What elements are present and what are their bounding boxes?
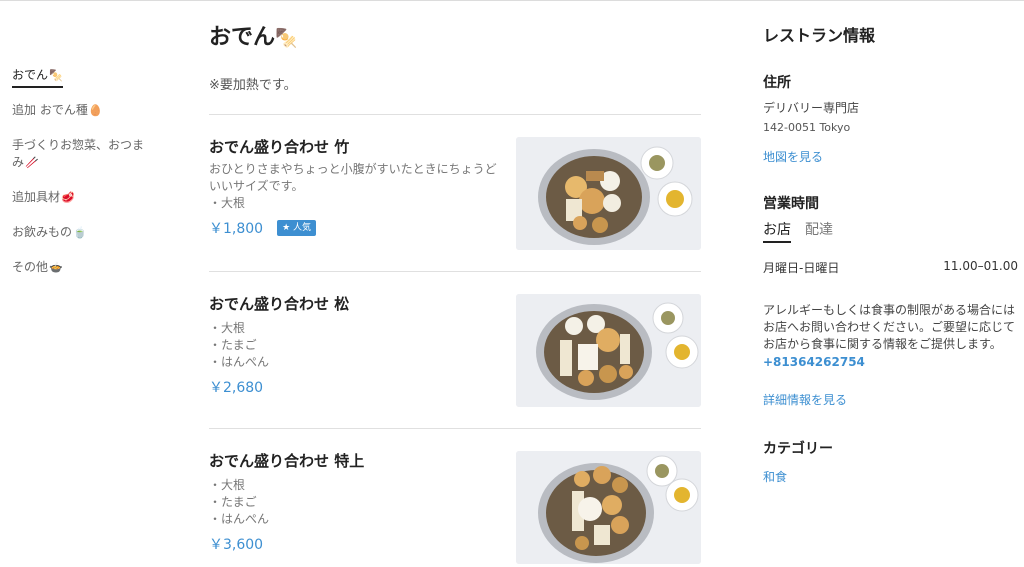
menu-item-content: ・大根 [209, 478, 246, 492]
menu-item-photo[interactable] [516, 137, 701, 250]
hours-days: 月曜日-日曜日 [763, 261, 840, 275]
category-heading: カテゴリー [763, 441, 833, 457]
pot-icon: 🍲 [49, 261, 63, 274]
oden-platter-image [516, 137, 701, 250]
section-title: おでん🍢 [209, 18, 701, 58]
category-link[interactable]: 和食 [763, 468, 1018, 485]
allergy-text: アレルギーもしくは食事の制限がある場合にはお店へお問い合わせください。ご要望に応… [763, 303, 1016, 351]
address-name: デリバリー専門店 [763, 101, 860, 115]
address-heading: 住所 [763, 75, 791, 91]
chopsticks-icon: 🥢 [25, 156, 39, 169]
tab-delivery[interactable]: 配達 [805, 219, 833, 243]
nav-item-drinks[interactable]: お飲みもの🍵 [12, 224, 152, 241]
menu-item-photo[interactable] [516, 294, 701, 407]
nav-item-extra-oden[interactable]: 追加 おでん種🥚 [12, 102, 152, 119]
menu-item-content: ・たまご [209, 495, 257, 509]
menu-item-content: ・大根 [209, 196, 246, 210]
tea-icon: 🍵 [73, 226, 87, 239]
oden-platter-image [516, 294, 701, 407]
oden-icon: 🍢 [49, 69, 63, 82]
menu-section: おでん🍢 ※要加熱です。 おでん盛り合わせ 竹 おひとりさまやちょっと小腹がすい… [209, 18, 701, 567]
info-title: レストラン情報 [763, 26, 876, 45]
nav-item-label: その他 [12, 260, 49, 274]
address-block: 住所 デリバリー専門店 142-0051 Tokyo 地図を見る [763, 72, 1018, 165]
menu-item-text: おでん盛り合わせ 竹 おひとりさまやちょっと小腹がすいたときにちょうどいいサイズ… [209, 137, 499, 238]
nav-item-label: 追加 おでん種 [12, 103, 88, 117]
menu-item-photo[interactable] [516, 451, 701, 564]
details-link[interactable]: 詳細情報を見る [763, 391, 1015, 408]
price-row: ￥3,600 [209, 534, 499, 554]
hours-tabs: お店 配達 [763, 219, 1018, 243]
menu-item-price: ￥2,680 [209, 380, 264, 396]
nav-item-oden[interactable]: おでん🍢 [12, 67, 63, 88]
nav-item-other[interactable]: その他🍲 [12, 259, 152, 276]
tab-store[interactable]: お店 [763, 219, 791, 243]
nav-item-label: おでん [12, 68, 49, 82]
menu-item-price: ￥1,800 [209, 221, 264, 237]
menu-item-content: ・はんぺん [209, 355, 270, 369]
menu-item-name: おでん盛り合わせ 松 [209, 295, 350, 313]
top-border [0, 0, 1024, 1]
address-postal: 142-0051 Tokyo [763, 121, 851, 134]
nav-item-label: 追加具材 [12, 190, 61, 204]
menu-item-description: おひとりさまやちょっと小腹がすいたときにちょうどいいサイズです。 [209, 162, 497, 193]
category-block: カテゴリー 和食 [763, 438, 1018, 485]
hours-block: 営業時間 お店 配達 月曜日-日曜日 11.00–01.00 [763, 193, 1018, 276]
restaurant-info: レストラン情報 住所 デリバリー専門店 142-0051 Tokyo 地図を見る… [763, 22, 1018, 485]
map-link[interactable]: 地図を見る [763, 148, 1018, 165]
menu-item-content: ・大根 [209, 321, 246, 335]
phone-link[interactable]: +81364262754 [763, 355, 1015, 369]
hours-row: 月曜日-日曜日 11.00–01.00 [763, 259, 1018, 276]
hours-time: 11.00–01.00 [943, 259, 1018, 273]
price-row: ￥1,800 ★ 人気 [209, 218, 499, 238]
menu-item-name: おでん盛り合わせ 特上 [209, 452, 365, 470]
section-note: ※要加熱です。 [209, 78, 297, 93]
nav-item-extra-ingredients[interactable]: 追加具材🥩 [12, 189, 152, 206]
menu-item-take[interactable]: おでん盛り合わせ 竹 おひとりさまやちょっと小腹がすいたときにちょうどいいサイズ… [209, 115, 701, 272]
menu-item-content: ・はんぺん [209, 512, 270, 526]
hours-heading: 営業時間 [763, 196, 819, 212]
menu-item-tokujo[interactable]: おでん盛り合わせ 特上 ・大根 ・たまご ・はんぺん ￥3,600 [209, 429, 701, 567]
allergy-block: アレルギーもしくは食事の制限がある場合にはお店へお問い合わせください。ご要望に応… [763, 302, 1015, 408]
category-nav: おでん🍢 追加 おでん種🥚 手づくりお惣菜、おつまみ🥢 追加具材🥩 お飲みもの🍵… [12, 64, 152, 294]
popular-badge: ★ 人気 [277, 220, 317, 236]
menu-item-text: おでん盛り合わせ 松 ・大根 ・たまご ・はんぺん ￥2,680 [209, 294, 499, 397]
meat-icon: 🥩 [61, 191, 75, 204]
price-row: ￥2,680 [209, 377, 499, 397]
oden-icon: 🍢 [275, 28, 298, 49]
menu-item-content: ・たまご [209, 338, 257, 352]
nav-item-label: お飲みもの [12, 225, 73, 239]
nav-item-sides[interactable]: 手づくりお惣菜、おつまみ🥢 [12, 137, 152, 171]
menu-item-matsu[interactable]: おでん盛り合わせ 松 ・大根 ・たまご ・はんぺん ￥2,680 [209, 272, 701, 429]
section-title-text: おでん [209, 25, 276, 50]
egg-icon: 🥚 [88, 104, 103, 117]
oden-platter-image [516, 451, 701, 564]
menu-item-text: おでん盛り合わせ 特上 ・大根 ・たまご ・はんぺん ￥3,600 [209, 451, 499, 554]
menu-item-price: ￥3,600 [209, 537, 264, 553]
menu-item-name: おでん盛り合わせ 竹 [209, 138, 350, 156]
